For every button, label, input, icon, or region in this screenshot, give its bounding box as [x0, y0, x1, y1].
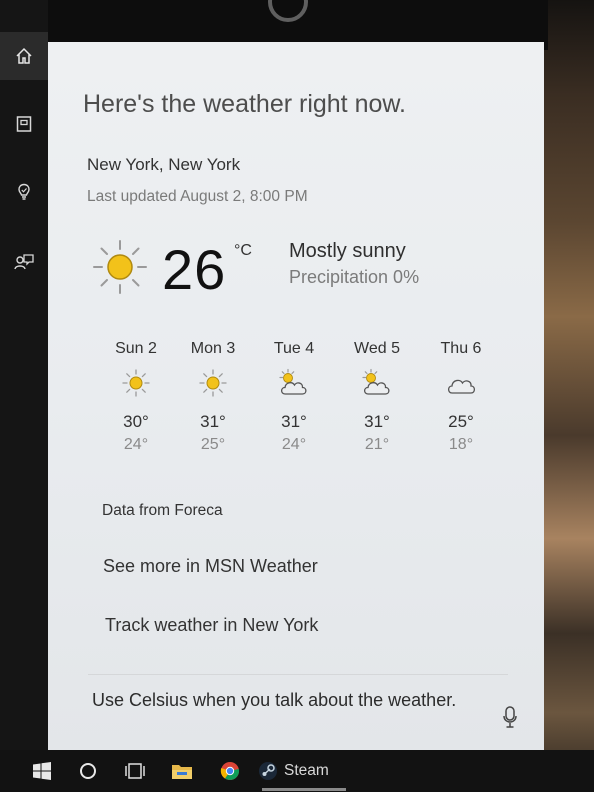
start-button[interactable] [22, 750, 62, 792]
feedback-icon [14, 254, 34, 270]
task-view-icon [125, 763, 145, 779]
forecast-day[interactable]: Wed 5 31° 21° [339, 340, 415, 454]
track-weather-link[interactable]: Track weather in New York [105, 615, 318, 636]
precipitation-label: Precipitation 0% [289, 267, 420, 287]
sun-icon [93, 240, 147, 294]
forecast-day-label: Mon 3 [190, 340, 236, 357]
forecast-day[interactable]: Tue 4 31° 24° [256, 340, 332, 454]
forecast-day-label: Wed 5 [354, 340, 400, 357]
forecast-low: 18° [448, 436, 474, 453]
taskbar: Steam [0, 750, 594, 792]
current-temperature: 26 [162, 238, 227, 301]
forecast-low: 24° [281, 436, 307, 453]
steam-icon [259, 762, 277, 780]
forecast-day[interactable]: Mon 3 31° 25° [175, 340, 251, 454]
forecast-low: 25° [200, 436, 226, 453]
forecast-day[interactable]: Sun 2 30° 24° [98, 340, 174, 454]
location-label: New York, New York [87, 155, 241, 174]
rail-notebook-button[interactable] [0, 100, 48, 148]
steam-label: Steam [284, 762, 329, 779]
forecast-day-label: Sun 2 [115, 340, 157, 357]
weather-panel: Here's the weather right now. New York, … [48, 42, 544, 750]
forecast-day-label: Tue 4 [273, 340, 315, 357]
divider [88, 674, 508, 675]
rail-reminders-button[interactable] [0, 168, 48, 216]
notebook-icon [16, 116, 32, 132]
forecast-day[interactable]: Thu 6 25° 18° [423, 340, 499, 454]
forecast-high: 30° [123, 412, 149, 431]
windows-logo-icon [33, 762, 51, 780]
forecast-high: 31° [281, 412, 307, 431]
partly-cloudy-icon [362, 368, 390, 395]
data-source-label: Data from Foreca [102, 502, 223, 519]
reminders-icon [18, 183, 30, 200]
cortana-tip-text[interactable]: Use Celsius when you talk about the weat… [92, 689, 472, 712]
cortana-circle-icon [80, 763, 96, 779]
temperature-unit: °C [234, 242, 252, 259]
forecast-low: 21° [364, 436, 390, 453]
rail-home-button[interactable] [0, 32, 48, 80]
sun-icon [122, 369, 150, 397]
cloud-icon [447, 379, 476, 394]
forecast-low: 24° [123, 436, 149, 453]
cortana-side-rail [0, 0, 48, 750]
steam-active-indicator [262, 788, 346, 791]
task-view-button[interactable] [114, 750, 156, 792]
steam-taskbar-button[interactable]: Steam [258, 750, 348, 792]
background-photo-edge [540, 0, 594, 792]
cortana-ring-icon[interactable] [268, 0, 308, 22]
taskbar-cortana-button[interactable] [70, 750, 106, 792]
home-icon [16, 47, 32, 64]
forecast-day-label: Thu 6 [440, 340, 482, 357]
last-updated-label: Last updated August 2, 8:00 PM [87, 188, 308, 205]
forecast-high: 25° [448, 412, 474, 431]
microphone-icon[interactable] [502, 705, 518, 729]
chrome-button[interactable] [210, 750, 250, 792]
forecast-high: 31° [200, 412, 226, 431]
current-condition: Mostly sunny [289, 240, 406, 262]
chrome-icon [220, 762, 240, 781]
sun-icon [199, 369, 227, 397]
folder-icon [172, 765, 192, 779]
rail-feedback-button[interactable] [0, 238, 48, 286]
file-explorer-button[interactable] [164, 750, 200, 792]
forecast-high: 31° [364, 412, 390, 431]
see-more-msn-weather-link[interactable]: See more in MSN Weather [103, 556, 318, 577]
partly-cloudy-icon [279, 368, 307, 395]
greeting-heading: Here's the weather right now. [83, 90, 406, 118]
